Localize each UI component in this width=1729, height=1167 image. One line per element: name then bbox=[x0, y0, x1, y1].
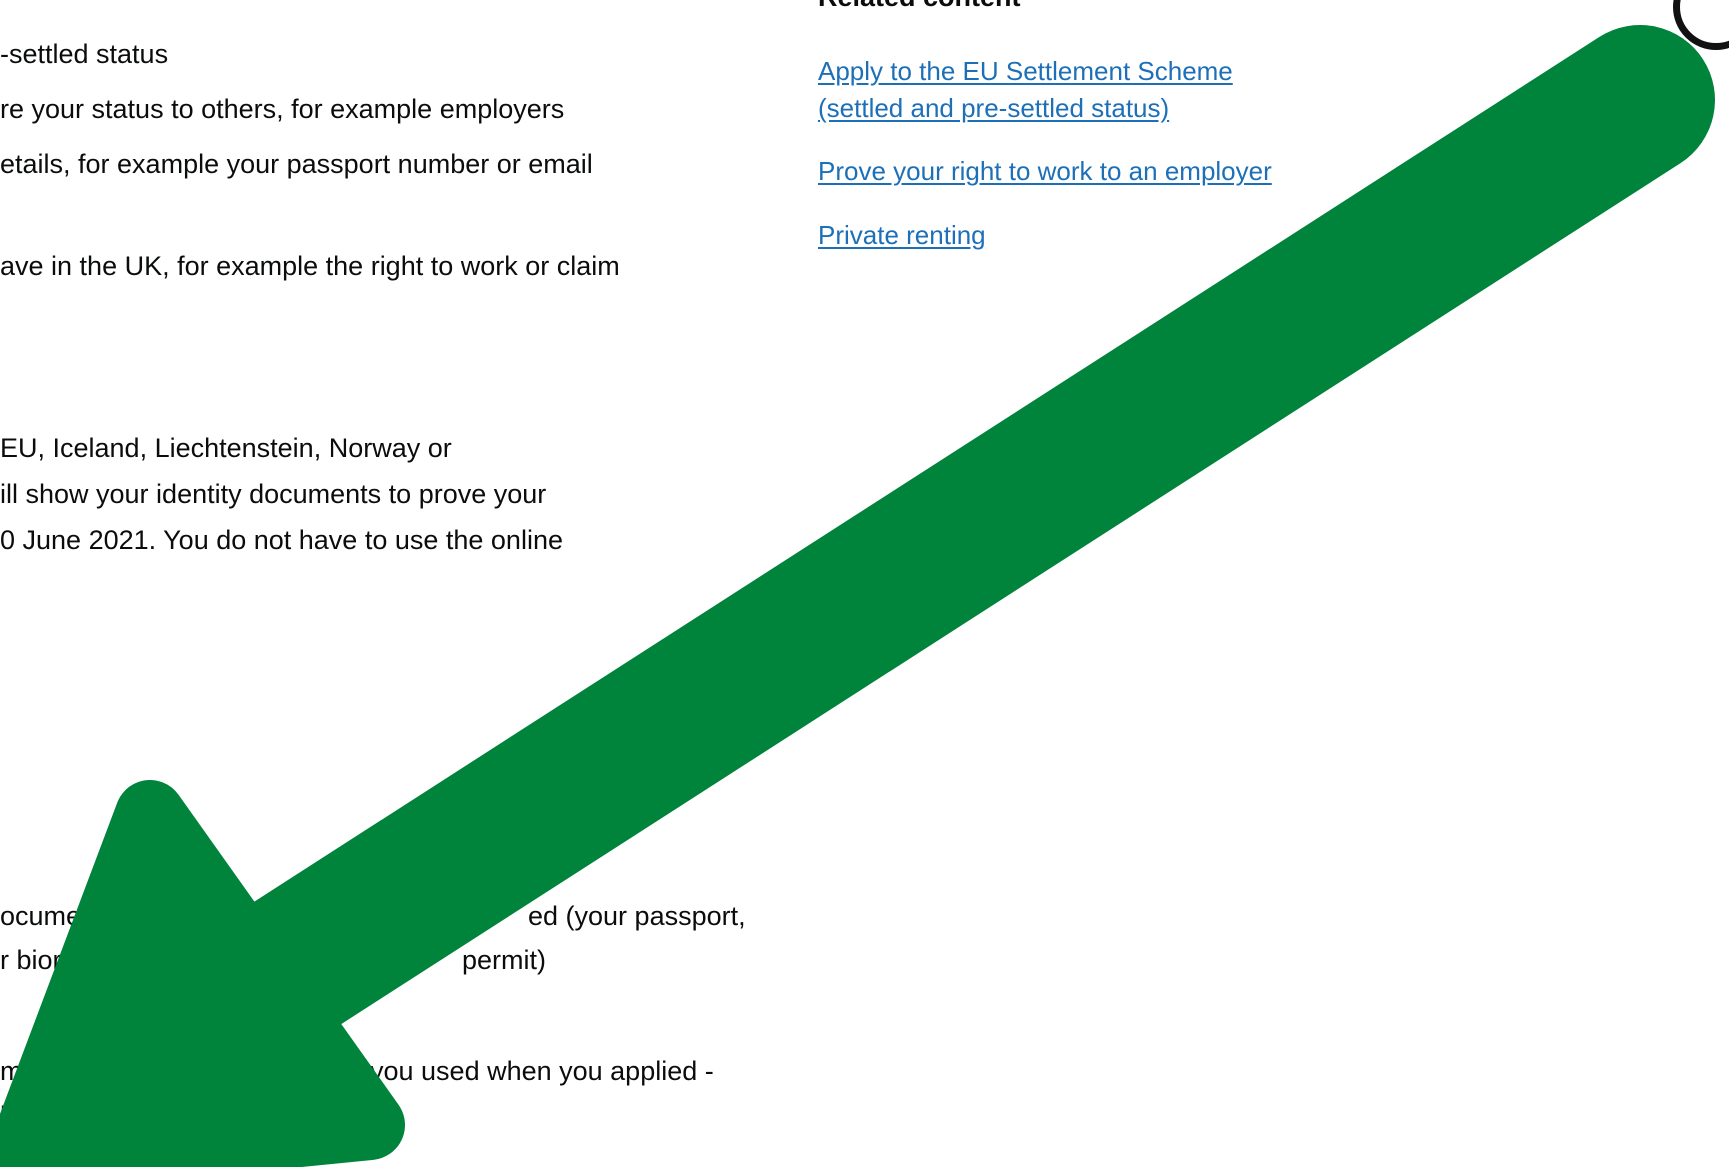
body-text-line: m bbox=[0, 1056, 23, 1086]
body-text-line: -settled status bbox=[0, 39, 169, 69]
link-apply-eu-settlement-scheme[interactable]: Apply to the EU Settlement Scheme bbox=[818, 53, 1233, 91]
link-prove-right-to-work[interactable]: Prove your right to work to an employer bbox=[818, 153, 1272, 191]
body-text-line: ave in the UK, for example the right to … bbox=[0, 251, 620, 281]
body-text-line: etails, for example your passport number… bbox=[0, 149, 593, 179]
arrow-head bbox=[0, 780, 405, 1167]
link-apply-eu-settlement-scheme-continued[interactable]: (settled and pre-settled status) bbox=[818, 90, 1169, 128]
related-content-heading: Related content bbox=[818, 0, 1021, 13]
body-text-line: ed (your passport, bbox=[528, 901, 746, 931]
body-text-line: you used when you applied - bbox=[370, 1056, 714, 1086]
body-text-line: re your status to others, for example em… bbox=[0, 94, 565, 124]
body-text-line: r bior bbox=[0, 945, 62, 975]
body-text-line: ill show your identity documents to prov… bbox=[0, 479, 547, 509]
body-text-line: l bbox=[0, 1101, 6, 1131]
body-text-line: ocume bbox=[0, 901, 82, 931]
link-private-renting[interactable]: Private renting bbox=[818, 217, 986, 255]
body-text-line: permit) bbox=[462, 945, 547, 975]
corner-circle-icon bbox=[1673, 0, 1729, 50]
body-text-line: EU, Iceland, Liechtenstein, Norway or bbox=[0, 433, 452, 463]
body-text-line: 0 June 2021. You do not have to use the … bbox=[0, 525, 563, 555]
